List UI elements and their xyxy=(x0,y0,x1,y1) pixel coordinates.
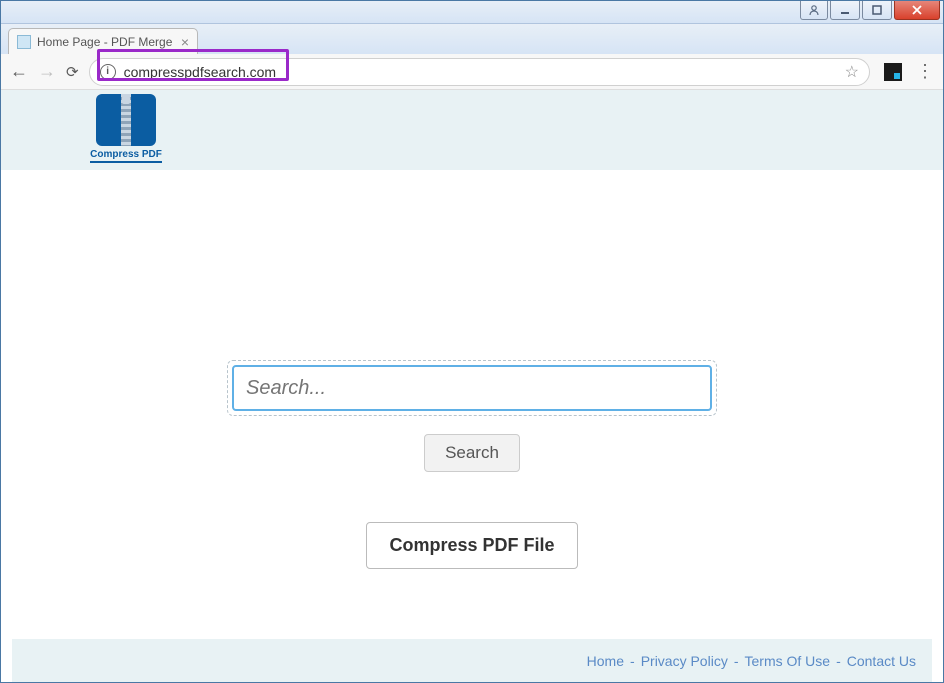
page-content: Compress PDF Search Compress PDF File Ho… xyxy=(0,90,944,683)
tab-close-icon[interactable]: × xyxy=(181,34,189,50)
new-tab-button[interactable] xyxy=(204,30,228,50)
chrome-menu-button[interactable]: ⋮ xyxy=(916,61,934,82)
tab-title: Home Page - PDF Merge xyxy=(37,35,175,49)
compress-pdf-button[interactable]: Compress PDF File xyxy=(366,522,577,569)
search-button[interactable]: Search xyxy=(424,434,520,472)
bookmark-star-icon[interactable]: ☆ xyxy=(845,62,859,82)
search-input-wrap xyxy=(227,360,717,416)
footer-sep: - xyxy=(630,653,635,669)
forward-button[interactable]: → xyxy=(38,61,56,82)
browser-toolbar: ← → ⟳ i compresspdfsearch.com ☆ ⋮ xyxy=(0,54,944,90)
pdf-favicon-icon xyxy=(17,35,31,49)
footer-sep: - xyxy=(836,653,841,669)
logo[interactable]: Compress PDF xyxy=(90,94,162,166)
footer-sep: - xyxy=(734,653,739,669)
maximize-button[interactable] xyxy=(862,0,892,20)
browser-tab[interactable]: Home Page - PDF Merge × xyxy=(8,28,198,54)
zipper-logo-icon xyxy=(96,94,156,146)
minimize-button[interactable] xyxy=(830,0,860,20)
search-input[interactable] xyxy=(232,365,712,411)
page-header: Compress PDF xyxy=(0,90,944,170)
page-footer: Home - Privacy Policy - Terms Of Use - C… xyxy=(12,639,932,683)
window-controls xyxy=(798,0,940,20)
footer-link-home[interactable]: Home xyxy=(587,653,624,669)
page-body: Search Compress PDF File xyxy=(12,170,932,639)
user-button[interactable] xyxy=(800,0,828,20)
address-bar[interactable]: i compresspdfsearch.com ☆ xyxy=(89,58,870,86)
reload-button[interactable]: ⟳ xyxy=(66,63,79,81)
search-area: Search Compress PDF File xyxy=(227,360,717,569)
site-info-icon[interactable]: i xyxy=(100,64,116,80)
address-url: compresspdfsearch.com xyxy=(124,64,839,80)
logo-text: Compress PDF xyxy=(90,149,162,163)
back-button[interactable]: ← xyxy=(10,61,28,82)
tab-strip: Home Page - PDF Merge × xyxy=(0,24,944,54)
footer-link-contact[interactable]: Contact Us xyxy=(847,653,916,669)
window-titlebar xyxy=(0,0,944,24)
close-button[interactable] xyxy=(894,0,940,20)
footer-link-terms[interactable]: Terms Of Use xyxy=(745,653,831,669)
extension-icon[interactable] xyxy=(884,63,902,81)
footer-link-privacy[interactable]: Privacy Policy xyxy=(641,653,728,669)
